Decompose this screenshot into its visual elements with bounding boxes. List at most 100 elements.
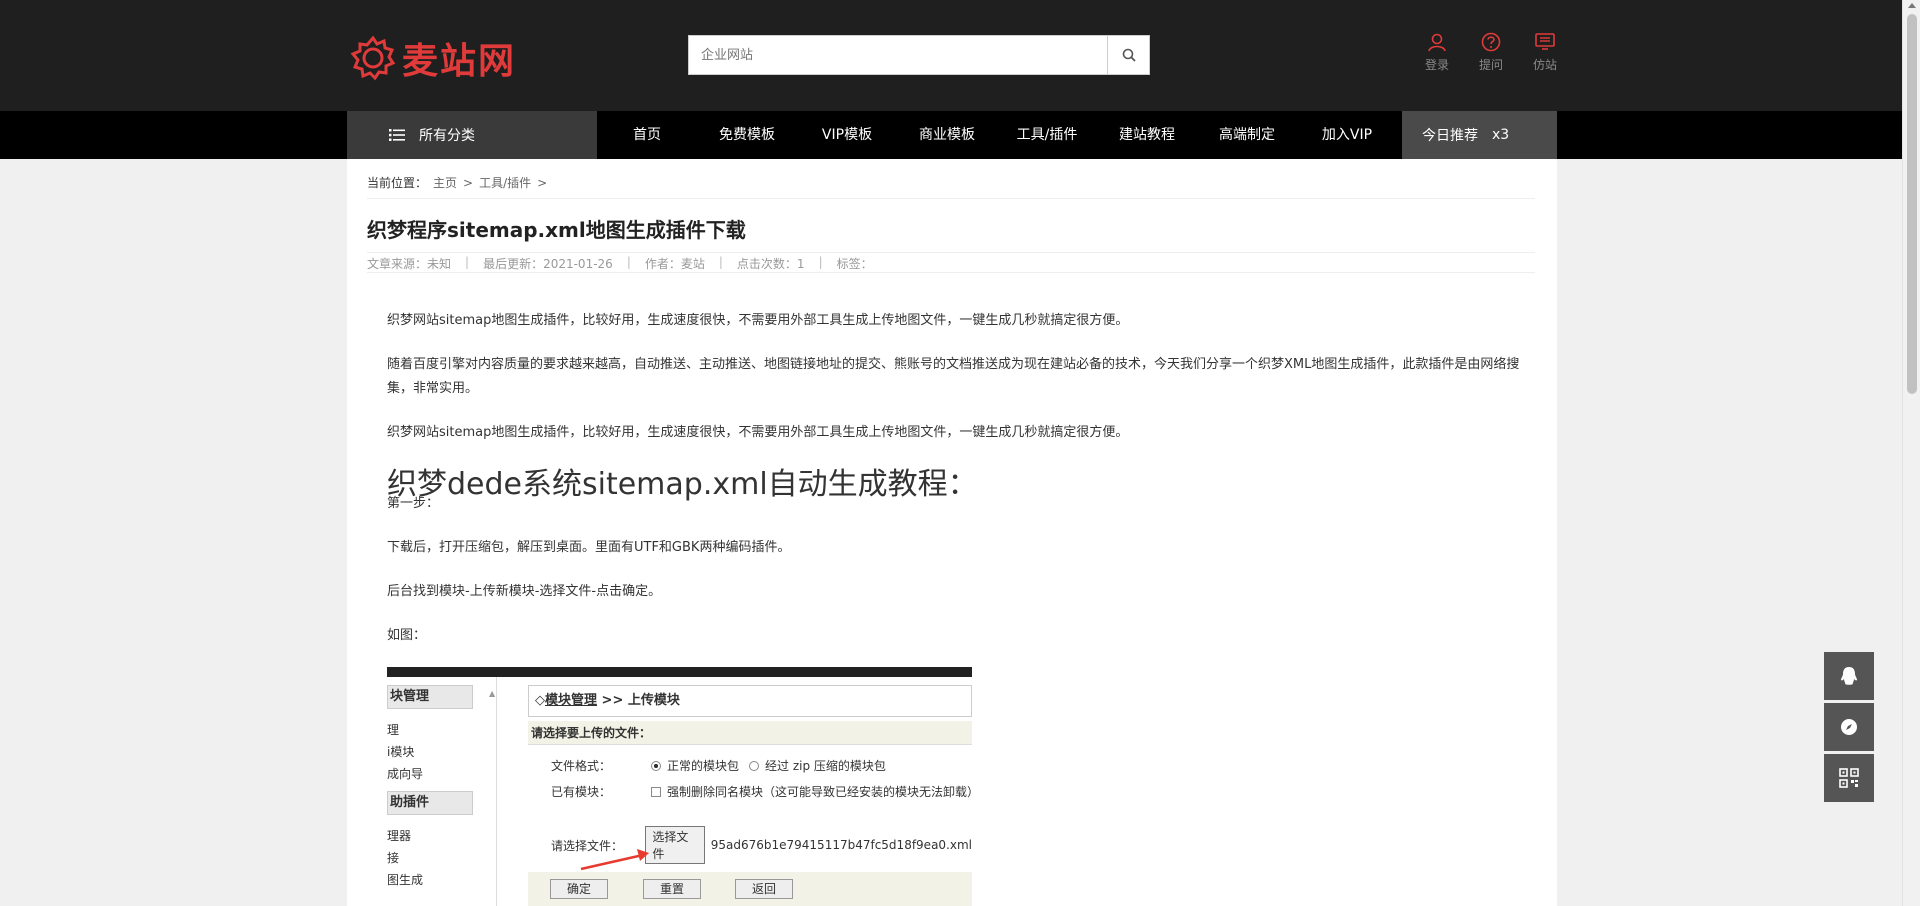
list-icon (389, 129, 405, 141)
qq-icon (1841, 667, 1857, 685)
image-menu-header: 助插件 (387, 791, 473, 815)
user-icon (1428, 33, 1446, 52)
article-meta: 文章来源：未知 | 最后更新：2021-01-26 | 作者：麦站 | 点击次数… (367, 255, 873, 272)
image-menu-item: 成向导 (387, 767, 424, 781)
compass-float-button[interactable] (1824, 703, 1874, 751)
meta-tags: 标签： (836, 257, 873, 271)
qrcode-float-button[interactable] (1824, 754, 1874, 802)
image-menu-header: 块管理 (387, 685, 473, 709)
paragraph: 随着百度引擎对内容质量的要求越来越高，自动推送、主动推送、地图链接地址的提交、熊… (387, 357, 1520, 396)
top-header: 麦站网 登录 提问 (0, 0, 1902, 111)
meta-divider: | (626, 255, 631, 269)
ask-label: 提问 (1478, 58, 1503, 72)
image-sub-header: 请选择要上传的文件： (528, 721, 972, 745)
qq-float-button[interactable] (1824, 652, 1874, 700)
login-label: 登录 (1424, 58, 1449, 72)
nav-item-business-templates[interactable]: 商业模板 (897, 111, 997, 159)
image-reset-button: 重置 (643, 879, 701, 899)
breadcrumb: 当前位置： 主页 > 工具/插件 > (367, 174, 553, 191)
image-existing-option: 强制删除同名模块（这可能导致已经安装的模块无法卸载） (667, 785, 972, 799)
clone-site-link[interactable]: 仿站 (1518, 32, 1572, 73)
nav-item-tutorials[interactable]: 建站教程 (1097, 111, 1197, 159)
image-option-zip: 经过 zip 压缩的模块包 (765, 759, 886, 773)
image-title-link: 模块管理 (545, 693, 598, 708)
image-ok-button: 确定 (550, 879, 608, 899)
image-option-normal: 正常的模块包 (667, 759, 740, 773)
nav-items: 首页 免费模板 VIP模板 商业模板 工具/插件 建站教程 高端制定 加入VIP (597, 111, 1397, 159)
logo-text: 麦站网 (402, 41, 517, 82)
meta-author: 作者：麦站 (644, 257, 705, 271)
search-input[interactable] (689, 36, 1107, 74)
image-title-mark: ◇ (535, 693, 545, 708)
qrcode-icon (1839, 768, 1859, 788)
nav-item-vip-templates[interactable]: VIP模板 (797, 111, 897, 159)
image-back-button: 返回 (735, 879, 793, 899)
user-links: 登录 提问 仿站 (1410, 32, 1572, 73)
nav-item-join-vip[interactable]: 加入VIP (1297, 111, 1397, 159)
divider (367, 198, 1535, 199)
image-title-rest: 上传模块 (627, 693, 680, 708)
clone-site-label: 仿站 (1532, 58, 1557, 72)
paragraph: 织梦网站sitemap地图生成插件，比较好用，生成速度很快，不需要用外部工具生成… (387, 425, 1129, 440)
breadcrumb-home[interactable]: 主页 (433, 174, 457, 191)
divider (367, 252, 1535, 253)
nav-item-free-templates[interactable]: 免费模板 (697, 111, 797, 159)
image-title-sep: >> (601, 693, 624, 708)
today-recommend-button[interactable]: 今日推荐 x3 (1402, 111, 1557, 159)
meta-clicks: 点击次数：1 (736, 257, 805, 271)
nav-item-home[interactable]: 首页 (597, 111, 697, 159)
image-radio-icon (651, 760, 661, 771)
image-panel-title: ◇模块管理 >> 上传模块 (528, 685, 972, 717)
image-row-existing: 已有模块： 强制删除同名模块（这可能导致已经安装的模块无法卸载） (551, 783, 972, 800)
article-title: 织梦程序sitemap.xml地图生成插件下载 (367, 218, 746, 242)
image-radio-icon (749, 760, 760, 771)
compass-icon (1841, 719, 1857, 735)
meta-source: 文章来源：未知 (367, 257, 452, 271)
breadcrumb-separator: > (537, 175, 548, 190)
image-left-menu: 块管理 理 i模块 成向导 助插件 理器 接 图生成 ▲ (387, 677, 497, 906)
all-categories-button[interactable]: 所有分类 (347, 111, 597, 159)
image-menu-item: 接 (387, 851, 400, 865)
divider (367, 272, 1535, 273)
paragraph: 后台找到模块-上传新模块-选择文件-点击确定。 (387, 584, 662, 599)
monitor-icon (1535, 33, 1555, 50)
image-scroll-arrow-icon: ▲ (489, 689, 496, 698)
meta-divider: | (818, 255, 823, 269)
red-arrow-icon (580, 849, 649, 871)
scroll-up-arrow-icon[interactable] (1908, 3, 1916, 8)
paragraph: 织梦网站sitemap地图生成插件，比较好用，生成速度很快，不需要用外部工具生成… (387, 313, 1129, 328)
meta-divider: | (465, 255, 470, 269)
search-button[interactable] (1107, 36, 1149, 74)
image-top-bar (387, 667, 972, 677)
ask-link[interactable]: 提问 (1464, 32, 1518, 73)
today-recommend-count: x3 (1492, 127, 1510, 143)
search-icon (1122, 48, 1136, 62)
gear-logo-icon (350, 35, 396, 81)
site-logo[interactable]: 麦站网 (350, 32, 516, 84)
search-box (688, 35, 1150, 75)
meta-divider: | (718, 255, 723, 269)
image-menu-item: 理器 (387, 829, 412, 843)
article-image: 块管理 理 i模块 成向导 助插件 理器 接 图生成 ▲ ◇模块管理 >> 上传… (387, 667, 972, 906)
paragraph: 下载后，打开压缩包，解压到桌面。里面有UTF和GBK两种编码插件。 (387, 540, 791, 555)
nav-item-high-end[interactable]: 高端制定 (1197, 111, 1297, 159)
image-existing-label: 已有模块： (551, 785, 612, 799)
meta-updated: 最后更新：2021-01-26 (483, 257, 613, 271)
main-nav: 所有分类 首页 免费模板 VIP模板 商业模板 工具/插件 建站教程 高端制定 … (0, 111, 1902, 159)
question-icon (1481, 32, 1501, 52)
breadcrumb-separator: > (463, 175, 474, 190)
image-menu-item: 理 (387, 723, 400, 737)
all-categories-label: 所有分类 (419, 128, 475, 144)
breadcrumb-prefix: 当前位置： (367, 176, 428, 190)
nav-item-tools-plugins[interactable]: 工具/插件 (997, 111, 1097, 159)
image-format-label: 文件格式： (551, 759, 612, 773)
image-menu-item: i模块 (387, 745, 415, 759)
scrollbar-thumb[interactable] (1907, 14, 1917, 394)
article-panel: 当前位置： 主页 > 工具/插件 > 织梦程序sitemap.xml地图生成插件… (347, 159, 1557, 906)
paragraph: 如图： (387, 628, 427, 643)
today-recommend-label: 今日推荐 (1422, 128, 1478, 144)
breadcrumb-tools[interactable]: 工具/插件 (479, 174, 531, 191)
login-link[interactable]: 登录 (1410, 32, 1464, 73)
page-scrollbar[interactable] (1902, 0, 1920, 906)
image-row-format: 文件格式： 正常的模块包 经过 zip 压缩的模块包 (551, 757, 886, 774)
